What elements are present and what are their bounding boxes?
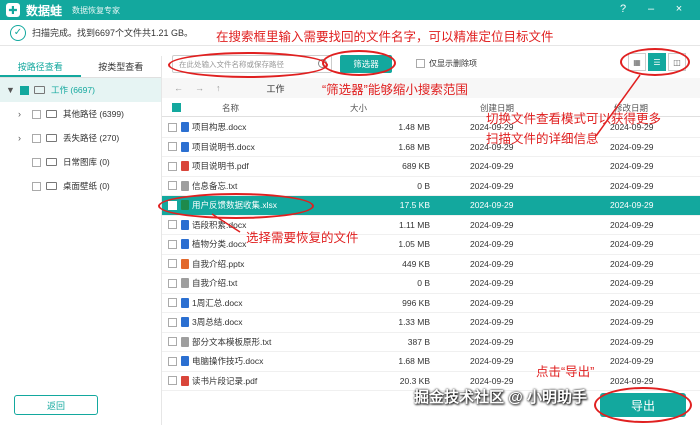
annotation-arrow [211, 74, 641, 233]
watermark: 掘金技术社区 @ 小明助手 [414, 389, 587, 406]
